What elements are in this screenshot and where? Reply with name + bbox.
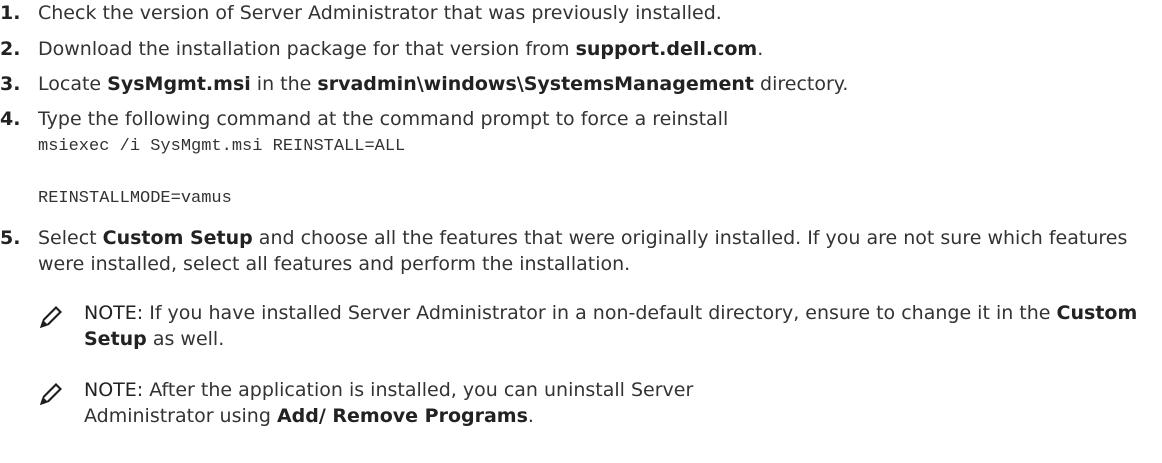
step-text-pre: Download the installation package for th…	[38, 38, 576, 60]
step-number: 4.	[0, 108, 21, 130]
add-remove-programs-text: Add/ Remove Programs	[276, 405, 528, 427]
note-text-pre: If you have installed Server Administrat…	[143, 302, 1057, 324]
note-label: NOTE:	[84, 379, 144, 401]
step-text: Select Custom Setup and choose all the f…	[38, 225, 1148, 277]
step-text-post: .	[757, 38, 764, 60]
note-text: NOTE: If you have installed Server Admin…	[84, 300, 1158, 352]
step-text: Locate SysMgmt.msi in the srvadmin\windo…	[38, 71, 848, 97]
support-link-text: support.dell.com	[575, 38, 758, 60]
step-number: 1.	[0, 2, 21, 24]
step-text-post: directory.	[754, 73, 849, 95]
step-number: 3.	[0, 73, 21, 95]
note-text-post: as well.	[146, 328, 225, 350]
note-text-post: .	[527, 405, 534, 427]
step-number: 2.	[0, 38, 21, 60]
note-label: NOTE:	[84, 302, 144, 324]
step-number: 5.	[0, 227, 21, 249]
step-text: Check the version of Server Administrato…	[38, 2, 722, 24]
pencil-note-icon	[38, 304, 64, 330]
note-text: NOTE: After the application is installed…	[84, 377, 724, 429]
step-text-pre: Select	[38, 227, 103, 249]
custom-setup-text: Custom Setup	[102, 227, 253, 249]
msi-filename: SysMgmt.msi	[107, 73, 251, 95]
step-text-pre: Locate	[38, 73, 108, 95]
command-line-2: REINSTALLMODE=vamus	[38, 189, 232, 208]
step-text: Type the following command at the comman…	[38, 108, 729, 130]
command-line-1: msiexec /i SysMgmt.msi REINSTALL=ALL	[38, 137, 406, 156]
directory-path: srvadmin\windows\SystemsManagement	[317, 73, 755, 95]
step-text: Download the installation package for th…	[38, 36, 763, 62]
step-text-mid: in the	[250, 73, 318, 95]
pencil-note-icon	[38, 381, 64, 407]
